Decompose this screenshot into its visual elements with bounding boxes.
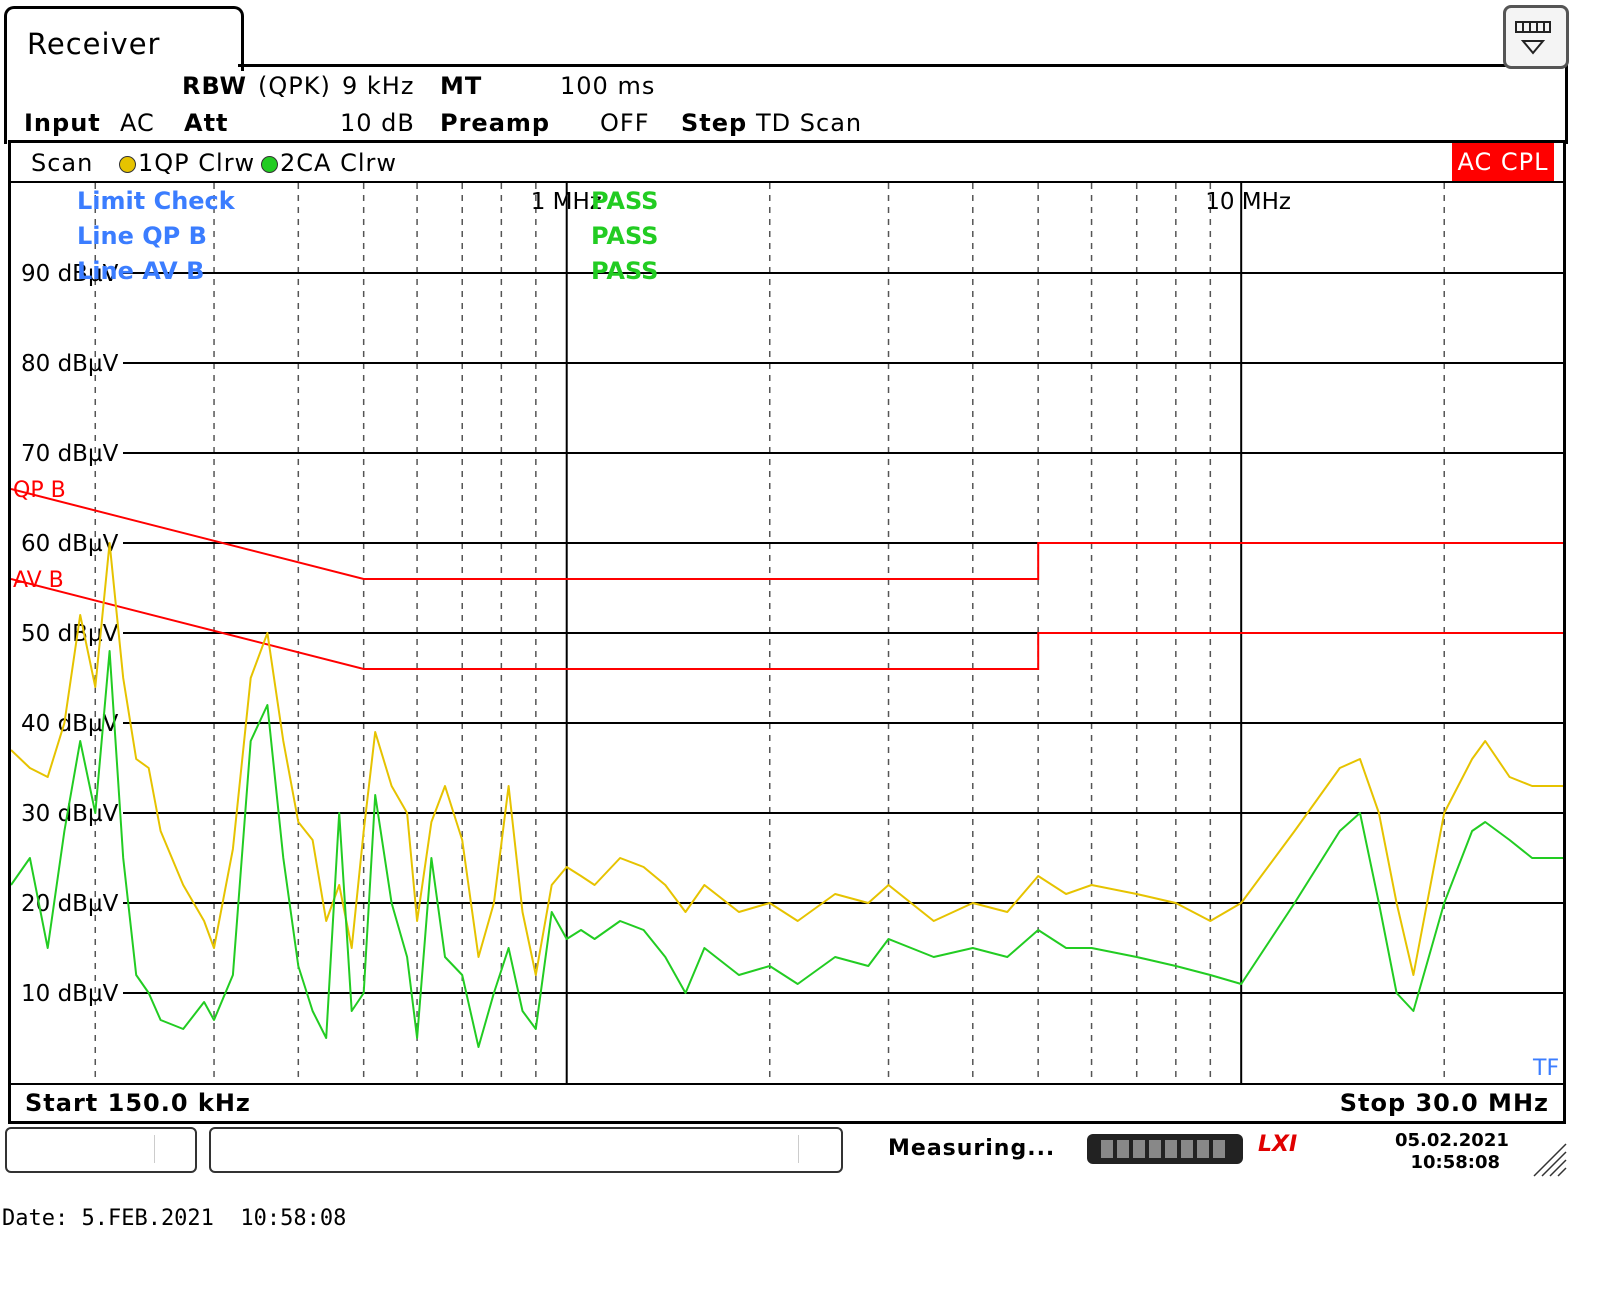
limit-line (11, 488, 1563, 580)
status-box-2[interactable] (209, 1127, 843, 1173)
lxi-logo: LXI (1258, 1132, 1298, 1157)
att-label: Att (184, 109, 229, 137)
status-time: 10:58:08 (1410, 1152, 1500, 1173)
trace-info-bar: Scan 1QP Clrw 2CA Clrw AC CPL (11, 143, 1563, 183)
start-frequency: Start 150.0 kHz (25, 1089, 251, 1117)
preamp-value: OFF (600, 109, 650, 137)
menu-icon (1515, 21, 1551, 55)
status-box-1-divider (154, 1135, 155, 1163)
trace2-legend[interactable]: 2CA Clrw (261, 149, 397, 177)
resize-grip-icon[interactable] (1530, 1140, 1570, 1180)
stop-frequency: Stop 30.0 MHz (1339, 1089, 1549, 1117)
scan-label: Scan (31, 149, 94, 177)
rbw-value: 9 kHz (342, 72, 415, 100)
corner-label: TF (1532, 1056, 1559, 1081)
y-tick-label: 50 dBµV (21, 621, 119, 647)
status-box-1[interactable] (5, 1127, 197, 1173)
trace1-dot-icon (119, 155, 136, 173)
input-label: Input (24, 109, 101, 137)
y-tick-label: 60 dBµV (21, 531, 119, 557)
step-value: TD Scan (756, 109, 863, 137)
mt-label: MT (440, 72, 483, 100)
input-value: AC (120, 109, 155, 137)
status-date: 05.02.2021 (1395, 1130, 1509, 1151)
y-tick-label: 10 dBµV (21, 981, 119, 1007)
trace-qp (11, 542, 1563, 976)
trace2-label: 2CA Clrw (280, 149, 397, 177)
y-tick-label: 80 dBµV (21, 351, 119, 377)
progress-bar (1087, 1134, 1243, 1164)
preamp-label: Preamp (440, 109, 551, 137)
step-label: Step (681, 109, 748, 137)
mt-value: 100 ms (560, 72, 656, 100)
limit-line-label: QP B (13, 478, 66, 503)
tab-title: Receiver (27, 27, 161, 61)
status-box-2-divider (798, 1135, 799, 1163)
capture-timestamp: Date: 5.FEB.2021 10:58:08 (2, 1206, 347, 1231)
y-tick-label: 20 dBµV (21, 891, 119, 917)
limit-check-label: Limit Check (77, 187, 236, 215)
trace1-label: 1QP Clrw (138, 149, 256, 177)
limit-check-label: Line QP B (77, 222, 207, 250)
header-left-border (4, 64, 7, 144)
coupling-badge: AC CPL (1452, 143, 1554, 181)
trace1-legend[interactable]: 1QP Clrw (119, 149, 255, 177)
spectrum-plot: 1 MHz 10 MHz10 dBµV20 dBµV30 dBµV40 dBµV5… (11, 183, 1563, 1083)
limit-line-label: AV B (13, 568, 64, 593)
limit-line (11, 578, 1563, 670)
limit-check-result: PASS (591, 257, 658, 285)
rbw-label: RBW (182, 72, 247, 100)
limit-check-result: PASS (591, 222, 658, 250)
rbw-detector: (QPK) (258, 72, 331, 100)
trace-ca (11, 650, 1563, 1048)
limit-check-label: Line AV B (77, 257, 204, 285)
x-tick-label: 10 MHz (1205, 189, 1291, 215)
footer-divider (11, 1083, 1563, 1085)
y-tick-label: 70 dBµV (21, 441, 119, 467)
header-right-border (1565, 64, 1568, 144)
measuring-status: Measuring... (888, 1136, 1056, 1161)
measurement-diagram: Scan 1QP Clrw 2CA Clrw AC CPL 1 MHz 10 MH… (8, 140, 1566, 1124)
trace2-dot-icon (261, 155, 278, 173)
menu-button[interactable] (1503, 5, 1569, 69)
att-value: 10 dB (340, 109, 415, 137)
header-divider (238, 64, 1568, 67)
limit-check-result: PASS (591, 187, 658, 215)
receiver-tab[interactable]: Receiver (4, 6, 244, 71)
